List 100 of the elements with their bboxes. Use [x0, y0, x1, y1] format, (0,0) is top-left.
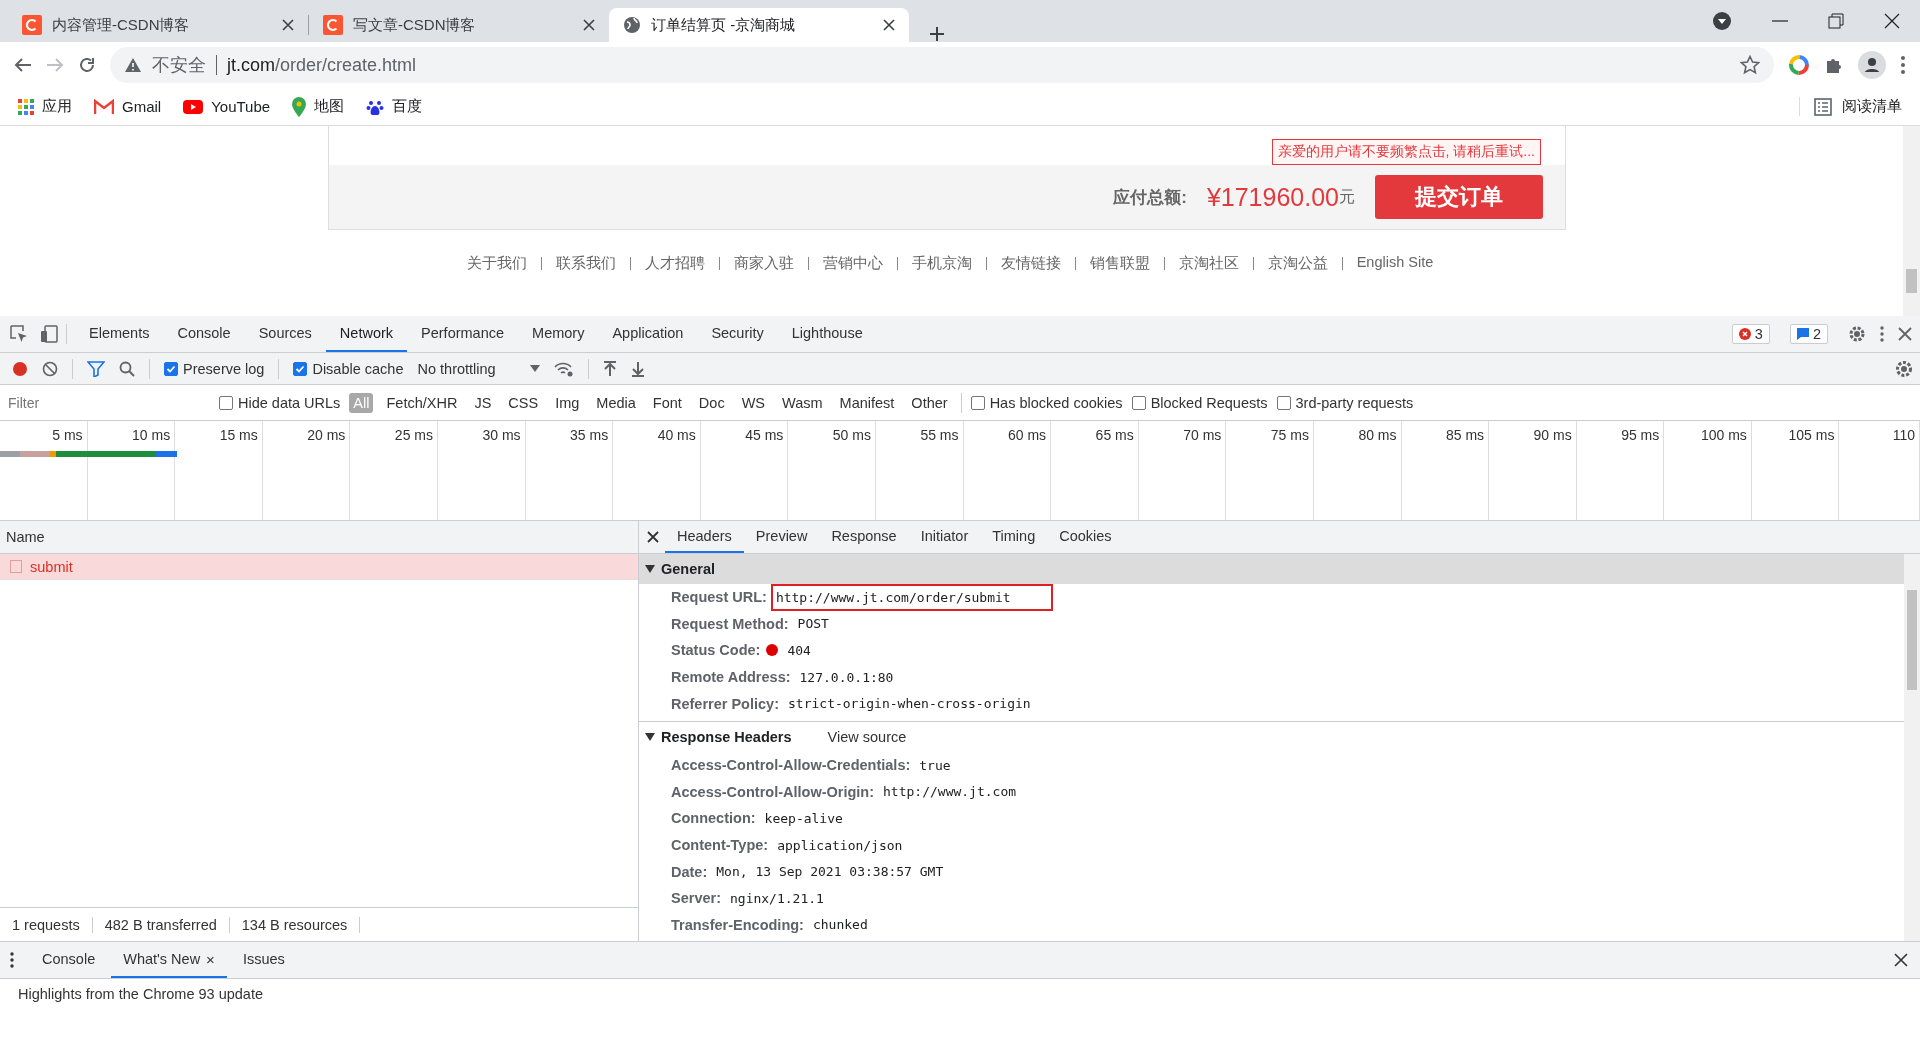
inspect-icon — [10, 325, 28, 343]
footer-link[interactable]: English Site — [1342, 254, 1448, 273]
header-name: Connection: — [671, 810, 756, 827]
browser-tab[interactable]: 订单结算页 -京淘商城 — [609, 8, 909, 42]
section-header[interactable]: Response Headers View source — [639, 721, 1904, 752]
time-tick: 40 ms — [657, 427, 696, 443]
type-filter[interactable]: Wasm — [778, 392, 827, 413]
devtools-tab[interactable]: Application — [598, 316, 698, 352]
devtools-tab[interactable]: Performance — [407, 316, 519, 352]
submit-order-button[interactable]: 提交订单 — [1375, 175, 1543, 219]
time-tick: 60 ms — [1008, 427, 1047, 443]
checkbox[interactable] — [1276, 395, 1291, 410]
security-label[interactable]: 不安全 — [152, 53, 206, 77]
error-count[interactable]: 3 — [1731, 324, 1770, 344]
bookmark[interactable]: 百度 — [366, 97, 423, 116]
type-filter[interactable]: Doc — [694, 392, 729, 413]
header-value: POST — [796, 615, 830, 634]
type-filter[interactable]: Img — [551, 392, 584, 413]
type-filter[interactable]: JS — [470, 392, 496, 413]
checkmark-icon — [295, 363, 306, 374]
tab-search-icon — [1712, 11, 1732, 31]
bookmark[interactable]: 地图 — [292, 96, 345, 117]
devtools-tab[interactable]: Security — [697, 316, 778, 352]
checkbox[interactable] — [219, 395, 233, 410]
footer-link[interactable]: 销售联盟 — [1075, 254, 1164, 273]
type-filter[interactable]: Manifest — [835, 392, 899, 413]
total-label: 应付总额: — [1113, 186, 1187, 209]
devtools-tab[interactable]: Console — [163, 316, 245, 352]
view-source-link[interactable]: View source — [827, 728, 907, 745]
time-tick: 55 ms — [920, 427, 959, 443]
detail-tab[interactable]: Response — [819, 521, 909, 553]
filter-icon — [87, 360, 105, 377]
reload-icon — [78, 56, 96, 74]
footer-link[interactable]: 营销中心 — [808, 254, 897, 273]
checkbox[interactable] — [164, 361, 178, 376]
column-header[interactable]: Name — [6, 529, 45, 545]
checkbox[interactable] — [293, 361, 308, 376]
devtools-tab[interactable]: Lighthouse — [777, 316, 877, 352]
footer-link[interactable]: 友情链接 — [986, 254, 1075, 273]
close-tab-button[interactable]: × — [206, 950, 215, 968]
devtools-tab[interactable]: Elements — [75, 316, 164, 352]
checkbox-label: Has blocked cookies — [989, 394, 1123, 411]
drawer-tab[interactable]: Console — [30, 942, 108, 978]
bookmark[interactable]: Gmail — [94, 98, 162, 115]
type-filter[interactable]: WS — [737, 392, 769, 413]
footer-link[interactable]: 关于我们 — [452, 254, 541, 273]
time-tick: 105 ms — [1788, 427, 1835, 443]
warning-icon — [124, 57, 142, 73]
scrollbar[interactable] — [1904, 554, 1920, 941]
detail-tab[interactable]: Initiator — [908, 521, 981, 553]
forward-icon — [46, 56, 64, 74]
footer-link[interactable]: 人才招聘 — [630, 254, 719, 273]
checkbox[interactable] — [1131, 395, 1146, 410]
time-tick: 10 ms — [132, 427, 171, 443]
time-tick: 30 ms — [482, 427, 521, 443]
profile-icon — [1858, 51, 1886, 79]
section-header[interactable]: General — [639, 554, 1904, 584]
browser-tab[interactable]: 写文章-CSDN博客 — [309, 8, 609, 42]
footer-link[interactable]: 联系我们 — [541, 254, 630, 273]
detail-tab[interactable]: Timing — [980, 521, 1048, 553]
header-name: Content-Type: — [671, 837, 769, 854]
restore-icon — [1828, 13, 1844, 29]
reading-list-button[interactable]: 阅读清单 — [1799, 97, 1902, 116]
header-value: application/json — [776, 836, 904, 855]
type-filter[interactable]: CSS — [504, 392, 543, 413]
devtools-tab[interactable]: Memory — [518, 316, 599, 352]
download-icon — [630, 360, 645, 377]
time-tick: 20 ms — [307, 427, 346, 443]
time-tick: 95 ms — [1621, 427, 1660, 443]
throttling-dropdown[interactable]: No throttling — [417, 360, 540, 377]
type-filter[interactable]: Font — [648, 392, 686, 413]
header-name: Date: — [671, 863, 708, 880]
detail-tab[interactable]: Preview — [743, 521, 820, 553]
footer-link[interactable]: 京淘社区 — [1164, 254, 1253, 273]
caret-icon — [529, 365, 540, 372]
time-tick: 85 ms — [1445, 427, 1485, 443]
csdn-logo-icon — [323, 15, 343, 35]
caret-icon — [645, 565, 655, 573]
bookmark[interactable]: YouTube — [183, 98, 271, 115]
browser-tab[interactable]: 内容管理-CSDN博客 — [8, 8, 308, 42]
footer-link[interactable]: 商家入驻 — [719, 254, 808, 273]
type-filter[interactable]: Media — [592, 392, 640, 413]
highlights-title: Highlights from the Chrome 93 update — [18, 986, 264, 1002]
bookmark[interactable]: 应用 — [18, 97, 72, 116]
footer-link[interactable]: 手机京淘 — [897, 254, 986, 273]
devtools-tab[interactable]: Sources — [244, 316, 326, 352]
type-filter[interactable]: Fetch/XHR — [382, 392, 462, 413]
message-count[interactable]: 2 — [1789, 324, 1828, 344]
header-name: Access-Control-Allow-Credentials: — [671, 757, 911, 774]
scrollbar[interactable] — [1903, 126, 1920, 316]
drawer-tab[interactable]: What's New × — [111, 942, 227, 978]
request-row[interactable]: submit — [0, 554, 638, 580]
drawer-tab[interactable]: Issues — [230, 942, 297, 978]
url-text[interactable]: jt.com/order/create.html — [227, 54, 417, 76]
footer-link[interactable]: 京淘公益 — [1253, 254, 1342, 273]
detail-tab[interactable]: Cookies — [1047, 521, 1124, 553]
list-icon — [1814, 97, 1832, 116]
checkbox[interactable] — [970, 395, 985, 410]
type-filter[interactable]: Other — [907, 392, 952, 413]
address-bar[interactable]: 不安全 jt.com/order/create.html — [110, 47, 1774, 83]
